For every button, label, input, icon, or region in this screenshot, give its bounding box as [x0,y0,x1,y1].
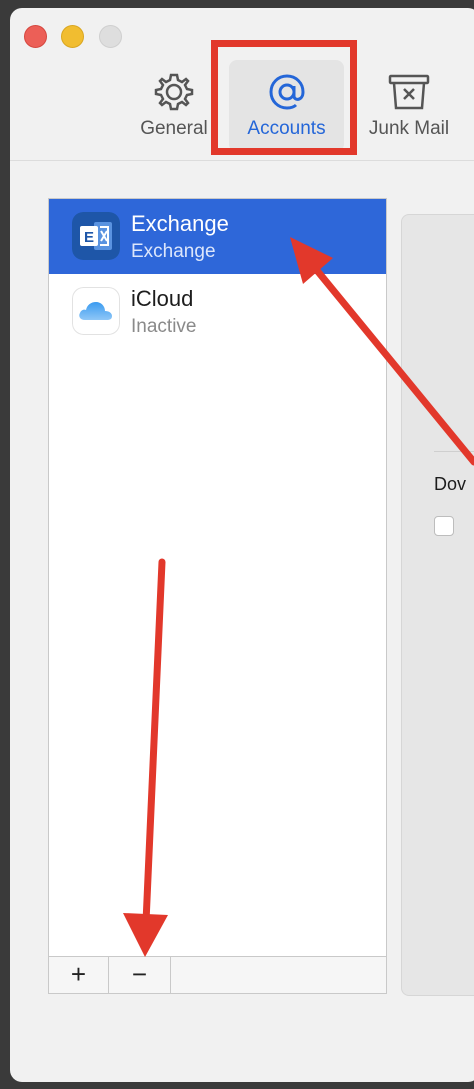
gear-icon [154,73,194,111]
details-checkbox[interactable] [434,516,454,536]
account-list-controls: + − [48,956,387,994]
exchange-icon: E [72,212,120,260]
account-status: Exchange [131,241,216,262]
tab-junk-mail-label: Junk Mail [368,118,450,139]
account-row-exchange[interactable]: E Exchange Exchange [49,199,386,274]
tab-junk-mail[interactable]: Junk Mail [354,60,464,152]
toolbar-divider [10,160,474,161]
account-list[interactable]: E Exchange Exchange iCloud Inactive [48,198,387,958]
mail-preferences-window: General Accounts Junk Mail E Exchange Ex… [10,8,474,1082]
tab-general[interactable]: General [128,60,220,152]
account-row-icloud[interactable]: iCloud Inactive [49,274,386,349]
add-account-button[interactable]: + [49,957,109,993]
account-status: Inactive [131,316,197,337]
remove-account-button[interactable]: − [109,957,171,993]
download-attachments-label: Dov [434,474,467,494]
details-divider [434,451,474,452]
account-details-panel [401,214,474,996]
annotation-highlight-box [211,40,357,155]
account-name: Exchange [131,211,229,236]
svg-text:E: E [84,229,94,246]
junk-mail-bin-icon [388,74,430,110]
tab-general-label: General [140,118,208,139]
account-name: iCloud [131,286,194,311]
icloud-icon [72,287,120,335]
preferences-toolbar: General Accounts Junk Mail [10,8,474,160]
